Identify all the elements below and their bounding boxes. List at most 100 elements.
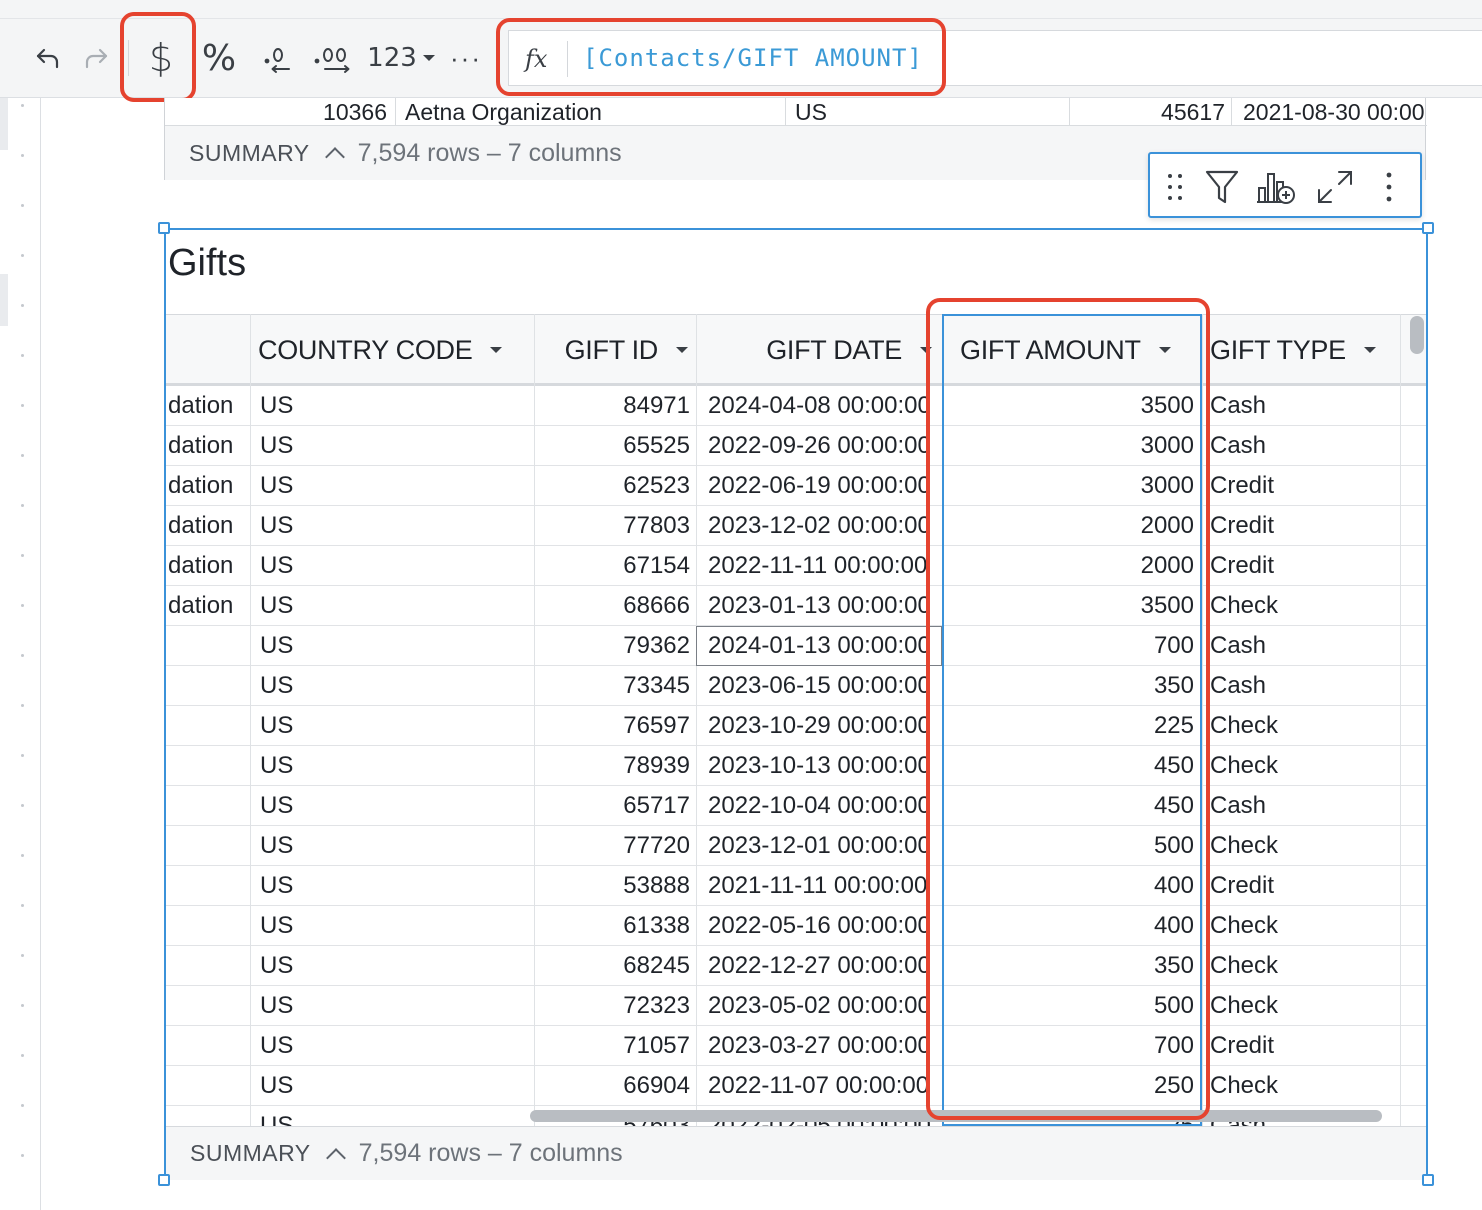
cell-gift-type[interactable]: Check <box>1210 706 1400 746</box>
undo-button[interactable] <box>28 38 68 78</box>
cell-gift-id[interactable]: 67154 <box>536 546 690 586</box>
cell-gift-date[interactable]: 2022-09-26 00:00:00 <box>708 426 936 466</box>
table-row[interactable]: US 78939 2023-10-13 00:00:00 450 Check <box>166 746 1426 786</box>
cell-gift-id[interactable]: 73345 <box>536 666 690 706</box>
cell-country-code[interactable]: US <box>260 666 530 706</box>
cell-gift-type[interactable]: Check <box>1210 946 1400 986</box>
cell-country[interactable]: US <box>795 98 1065 126</box>
table-row[interactable]: dation US 84971 2024-04-08 00:00:00 3500 Cash <box>166 386 1426 426</box>
cell-gift-amount[interactable]: 350 <box>946 666 1194 706</box>
cell-country-code[interactable]: US <box>260 546 530 586</box>
cell-gift-id[interactable]: 72323 <box>536 986 690 1026</box>
caret-down-icon[interactable] <box>1158 347 1171 353</box>
cell-gift-type[interactable]: Credit <box>1210 1026 1400 1066</box>
caret-down-icon[interactable] <box>1363 347 1376 353</box>
table-row[interactable]: US 65717 2022-10-04 00:00:00 450 Cash <box>166 786 1426 826</box>
gifts-table-element[interactable]: Gifts COUNTRY CODE GIFT ID GIFT DATE GIF… <box>158 222 1434 1186</box>
cell-country-code[interactable]: US <box>260 946 530 986</box>
cell-gift-amount[interactable]: 3000 <box>946 426 1194 466</box>
cell-name[interactable]: Aetna Organization <box>405 98 783 126</box>
column-header-gift-type[interactable]: GIFT TYPE <box>1210 315 1406 385</box>
table-row[interactable]: US 66904 2022-11-07 00:00:00 250 Check <box>166 1066 1426 1106</box>
cell-gift-type[interactable]: Cash <box>1210 426 1400 466</box>
cell-gift-id[interactable]: 76597 <box>536 706 690 746</box>
cell-gift-amount[interactable]: 450 <box>946 786 1194 826</box>
cell-gift-amount[interactable]: 400 <box>946 906 1194 946</box>
cell-organization[interactable]: dation <box>168 426 248 466</box>
table-row[interactable]: US 79362 2024-01-13 00:00:00 700 Cash <box>166 626 1426 666</box>
cell-country-code[interactable]: US <box>260 426 530 466</box>
cell-gift-id[interactable]: 45617 <box>1069 98 1225 126</box>
currency-format-button[interactable]: $ <box>138 34 184 82</box>
cell-id[interactable]: 10366 <box>165 98 387 126</box>
caret-down-icon[interactable] <box>920 347 932 353</box>
cell-organization[interactable]: dation <box>168 386 248 426</box>
cell-country-code[interactable]: US <box>260 1026 530 1066</box>
cell-country-code[interactable]: US <box>260 986 530 1026</box>
cell-gift-type[interactable]: Cash <box>1210 626 1400 666</box>
cell-organization[interactable] <box>168 946 248 986</box>
cell-gift-date[interactable]: 2024-01-13 00:00:00 <box>708 626 936 666</box>
cell-gift-id[interactable]: 71057 <box>536 1026 690 1066</box>
table-row[interactable]: US 53888 2021-11-11 00:00:00 400 Credit <box>166 866 1426 906</box>
table-row[interactable]: dation US 62523 2022-06-19 00:00:00 3000 Cred… <box>166 466 1426 506</box>
caret-down-icon[interactable] <box>676 347 688 353</box>
cell-country-code[interactable]: US <box>260 506 530 546</box>
table-row[interactable]: 10366 Aetna Organization US 45617 2021-0… <box>165 98 1427 126</box>
cell-gift-date[interactable]: 2024-04-08 00:00:00 <box>708 386 936 426</box>
table-row[interactable]: US 61338 2022-05-16 00:00:00 400 Check <box>166 906 1426 946</box>
cell-gift-amount[interactable]: 2000 <box>946 506 1194 546</box>
cell-country-code[interactable]: US <box>260 586 530 626</box>
cell-gift-type[interactable]: Credit <box>1210 546 1400 586</box>
cell-organization[interactable] <box>168 1066 248 1106</box>
cell-gift-date[interactable]: 2023-01-13 00:00:00 <box>708 586 936 626</box>
resize-handle-bottom-right[interactable] <box>1422 1174 1434 1186</box>
table-row[interactable]: US 71057 2023-03-27 00:00:00 700 Credit <box>166 1026 1426 1066</box>
cell-country-code[interactable]: US <box>260 786 530 826</box>
table-row[interactable]: dation US 67154 2022-11-11 00:00:00 2000 Cred… <box>166 546 1426 586</box>
cell-gift-type[interactable]: Credit <box>1210 506 1400 546</box>
cell-gift-date[interactable]: 2023-03-27 00:00:00 <box>708 1026 936 1066</box>
cell-gift-id[interactable]: 78939 <box>536 746 690 786</box>
column-header-gift-id[interactable]: GIFT ID <box>536 315 688 385</box>
cell-gift-type[interactable]: Check <box>1210 906 1400 946</box>
element-title[interactable]: Gifts <box>168 242 246 285</box>
element-menu-button[interactable] <box>1374 168 1404 206</box>
cell-gift-amount[interactable]: 2000 <box>946 546 1194 586</box>
cell-organization[interactable]: dation <box>168 466 248 506</box>
cell-gift-amount[interactable]: 250 <box>946 1066 1194 1106</box>
cell-country-code[interactable]: US <box>260 1106 530 1126</box>
cell-organization[interactable] <box>168 826 248 866</box>
cell-organization[interactable] <box>168 1026 248 1066</box>
cell-gift-amount[interactable]: 500 <box>946 826 1194 866</box>
cell-gift-type[interactable]: Cash <box>1210 386 1400 426</box>
cell-date[interactable]: 2021-08-30 00:00 <box>1243 98 1427 126</box>
cell-gift-id[interactable]: 68245 <box>536 946 690 986</box>
chevron-up-icon[interactable] <box>324 147 345 167</box>
increase-decimal-button[interactable] <box>308 34 358 82</box>
cell-organization[interactable] <box>168 746 248 786</box>
cell-gift-date[interactable]: 2022-11-11 00:00:00 <box>708 546 936 586</box>
cell-gift-type[interactable]: Check <box>1210 586 1400 626</box>
cell-gift-id[interactable]: 65717 <box>536 786 690 826</box>
cell-gift-amount[interactable]: 450 <box>946 746 1194 786</box>
cell-organization[interactable] <box>168 906 248 946</box>
cell-gift-date[interactable]: 2022-05-16 00:00:00 <box>708 906 936 946</box>
cell-gift-type[interactable]: Credit <box>1210 466 1400 506</box>
expand-button[interactable] <box>1310 168 1360 206</box>
cell-gift-id[interactable]: 61338 <box>536 906 690 946</box>
cell-country-code[interactable]: US <box>260 386 530 426</box>
cell-country-code[interactable]: US <box>260 706 530 746</box>
formula-input[interactable]: [Contacts/GIFT AMOUNT] <box>583 44 923 72</box>
cell-gift-date[interactable]: 2023-10-13 00:00:00 <box>708 746 936 786</box>
cell-gift-date[interactable]: 2022-12-27 00:00:00 <box>708 946 936 986</box>
cell-organization[interactable] <box>168 866 248 906</box>
table-row[interactable]: US 68245 2022-12-27 00:00:00 350 Check <box>166 946 1426 986</box>
column-header-country-code[interactable]: COUNTRY CODE <box>258 315 534 385</box>
percent-format-button[interactable]: % <box>196 34 242 82</box>
table-row[interactable]: US 73345 2023-06-15 00:00:00 350 Cash <box>166 666 1426 706</box>
cell-country-code[interactable]: US <box>260 626 530 666</box>
more-options-button[interactable]: ··· <box>444 38 488 78</box>
resize-handle-top-left[interactable] <box>158 222 170 234</box>
cell-gift-amount[interactable]: 3000 <box>946 466 1194 506</box>
